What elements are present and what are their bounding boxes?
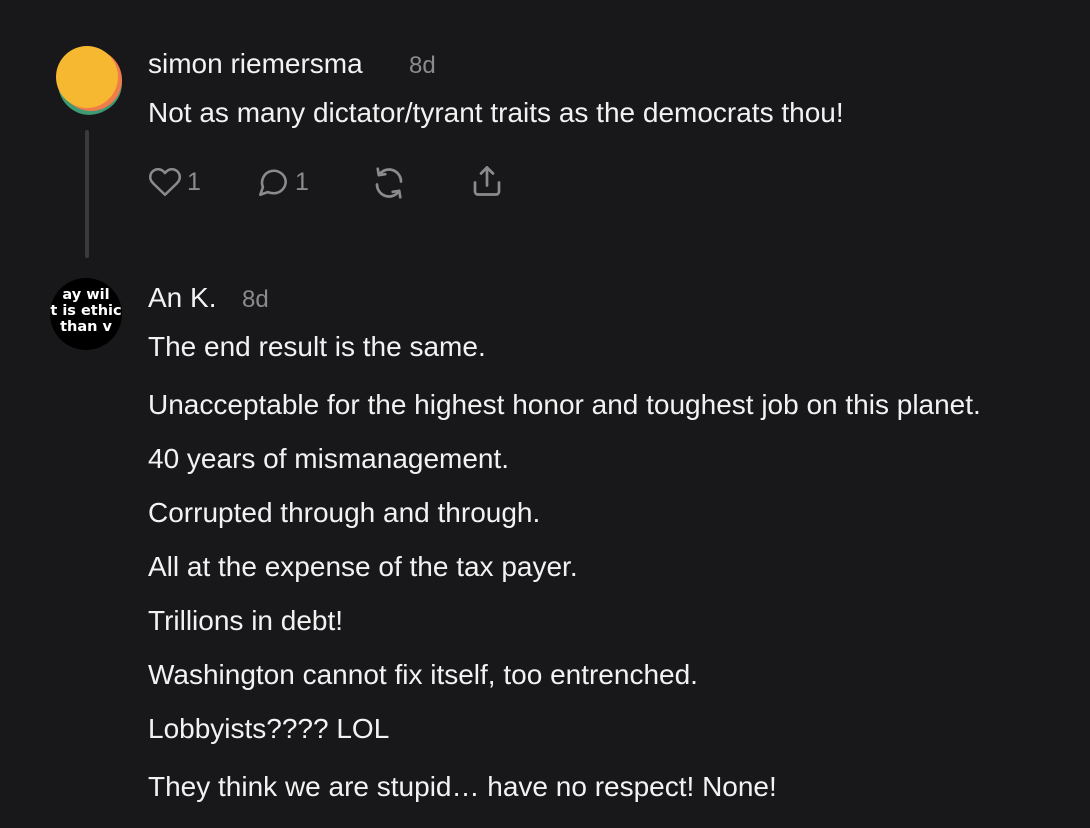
comment-body-line: All at the expense of the tax payer. bbox=[148, 551, 578, 582]
comment-body-line: Not as many dictator/tyrant traits as th… bbox=[148, 97, 844, 128]
comment-body-line: Unacceptable for the highest honor and t… bbox=[148, 389, 981, 420]
comment-timestamp[interactable]: 8d bbox=[242, 286, 269, 314]
restack-button[interactable] bbox=[371, 165, 407, 201]
avatar-image: ay wil t is ethic than v bbox=[50, 287, 122, 335]
avatar-text-line: t is ethic bbox=[50, 303, 122, 319]
comment-body-line: Corrupted through and through. bbox=[148, 497, 541, 528]
comment-body-line: They think we are stupid… have no respec… bbox=[148, 771, 777, 802]
reply-button[interactable]: 1 bbox=[255, 165, 309, 199]
avatar[interactable]: ay wil t is ethic than v bbox=[50, 278, 122, 350]
share-button[interactable] bbox=[469, 163, 505, 199]
avatar-text-line: ay wil bbox=[62, 287, 110, 303]
heart-icon bbox=[148, 167, 182, 197]
avatar-image bbox=[52, 43, 124, 115]
comment-author[interactable]: simon riemersma bbox=[148, 48, 363, 80]
comment-timestamp[interactable]: 8d bbox=[409, 52, 436, 80]
avatar-text-line: than v bbox=[60, 319, 112, 335]
reply-count: 1 bbox=[295, 167, 309, 196]
comment-icon bbox=[258, 169, 288, 197]
like-count: 1 bbox=[187, 167, 201, 196]
comment-body-line: Trillions in debt! bbox=[148, 605, 344, 636]
comment-author[interactable]: An K. bbox=[148, 282, 216, 314]
comment-body-line: Lobbyists???? LOL bbox=[148, 713, 390, 744]
comment-body-line: The end result is the same. bbox=[148, 331, 486, 362]
like-button[interactable]: 1 bbox=[147, 165, 201, 199]
comment-body-line: Washington cannot fix itself, too entren… bbox=[148, 659, 698, 690]
avatar[interactable] bbox=[52, 43, 124, 115]
thread-line bbox=[85, 130, 89, 258]
share-icon bbox=[473, 166, 501, 196]
comment-body-line: 40 years of mismanagement. bbox=[148, 443, 510, 474]
restack-icon bbox=[375, 167, 403, 199]
